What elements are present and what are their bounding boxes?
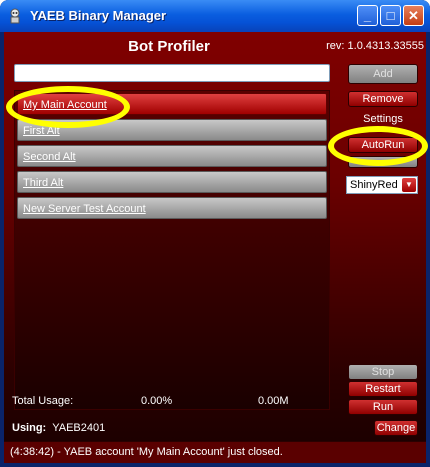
status-bar: (4:38:42) - YAEB account 'My Main Accoun… — [4, 441, 426, 463]
list-item[interactable]: New Server Test Account — [17, 197, 327, 219]
window-title: YAEB Binary Manager — [30, 8, 167, 23]
highlight-ellipse — [328, 126, 428, 166]
memory-usage-value: 0.00M — [258, 395, 289, 407]
profile-list[interactable]: My Main Account First Alt Second Alt Thi… — [14, 90, 330, 410]
maximize-button[interactable]: □ — [380, 5, 401, 26]
profile-name-input[interactable] — [14, 64, 330, 82]
run-button[interactable]: Run — [348, 399, 418, 415]
using-row: Using: YAEB2401 — [12, 422, 105, 434]
restart-button[interactable]: Restart — [348, 381, 418, 397]
minimize-button[interactable]: _ — [357, 5, 378, 26]
maximize-icon: □ — [386, 8, 395, 23]
title-bar[interactable]: YAEB Binary Manager _ □ ✕ — [0, 0, 430, 32]
stop-button[interactable]: Stop — [348, 364, 418, 380]
using-label: Using: — [12, 422, 47, 434]
list-item[interactable]: Second Alt — [17, 145, 327, 167]
remove-button[interactable]: Remove — [348, 91, 418, 107]
close-button[interactable]: ✕ — [403, 5, 424, 26]
theme-select[interactable]: ShinyRed ▼ — [346, 176, 418, 194]
highlight-ellipse — [6, 86, 130, 128]
bot-app-icon — [10, 8, 20, 24]
app-window: YAEB Binary Manager _ □ ✕ Bot Profiler r… — [0, 0, 430, 467]
close-icon: ✕ — [408, 7, 419, 23]
minimize-icon: _ — [363, 8, 372, 23]
page-title: Bot Profiler — [128, 38, 210, 55]
list-item[interactable]: Third Alt — [17, 171, 327, 193]
cpu-usage-value: 0.00% — [141, 395, 173, 407]
revision-label: rev: 1.0.4313.33555 — [326, 40, 424, 52]
settings-label: Settings — [363, 113, 403, 125]
using-value: YAEB2401 — [52, 422, 106, 434]
change-button[interactable]: Change — [374, 420, 418, 436]
total-usage-label: Total Usage: — [12, 395, 74, 407]
chevron-down-icon: ▼ — [402, 178, 416, 192]
add-button[interactable]: Add — [348, 64, 418, 84]
theme-value: ShinyRed — [350, 179, 398, 191]
